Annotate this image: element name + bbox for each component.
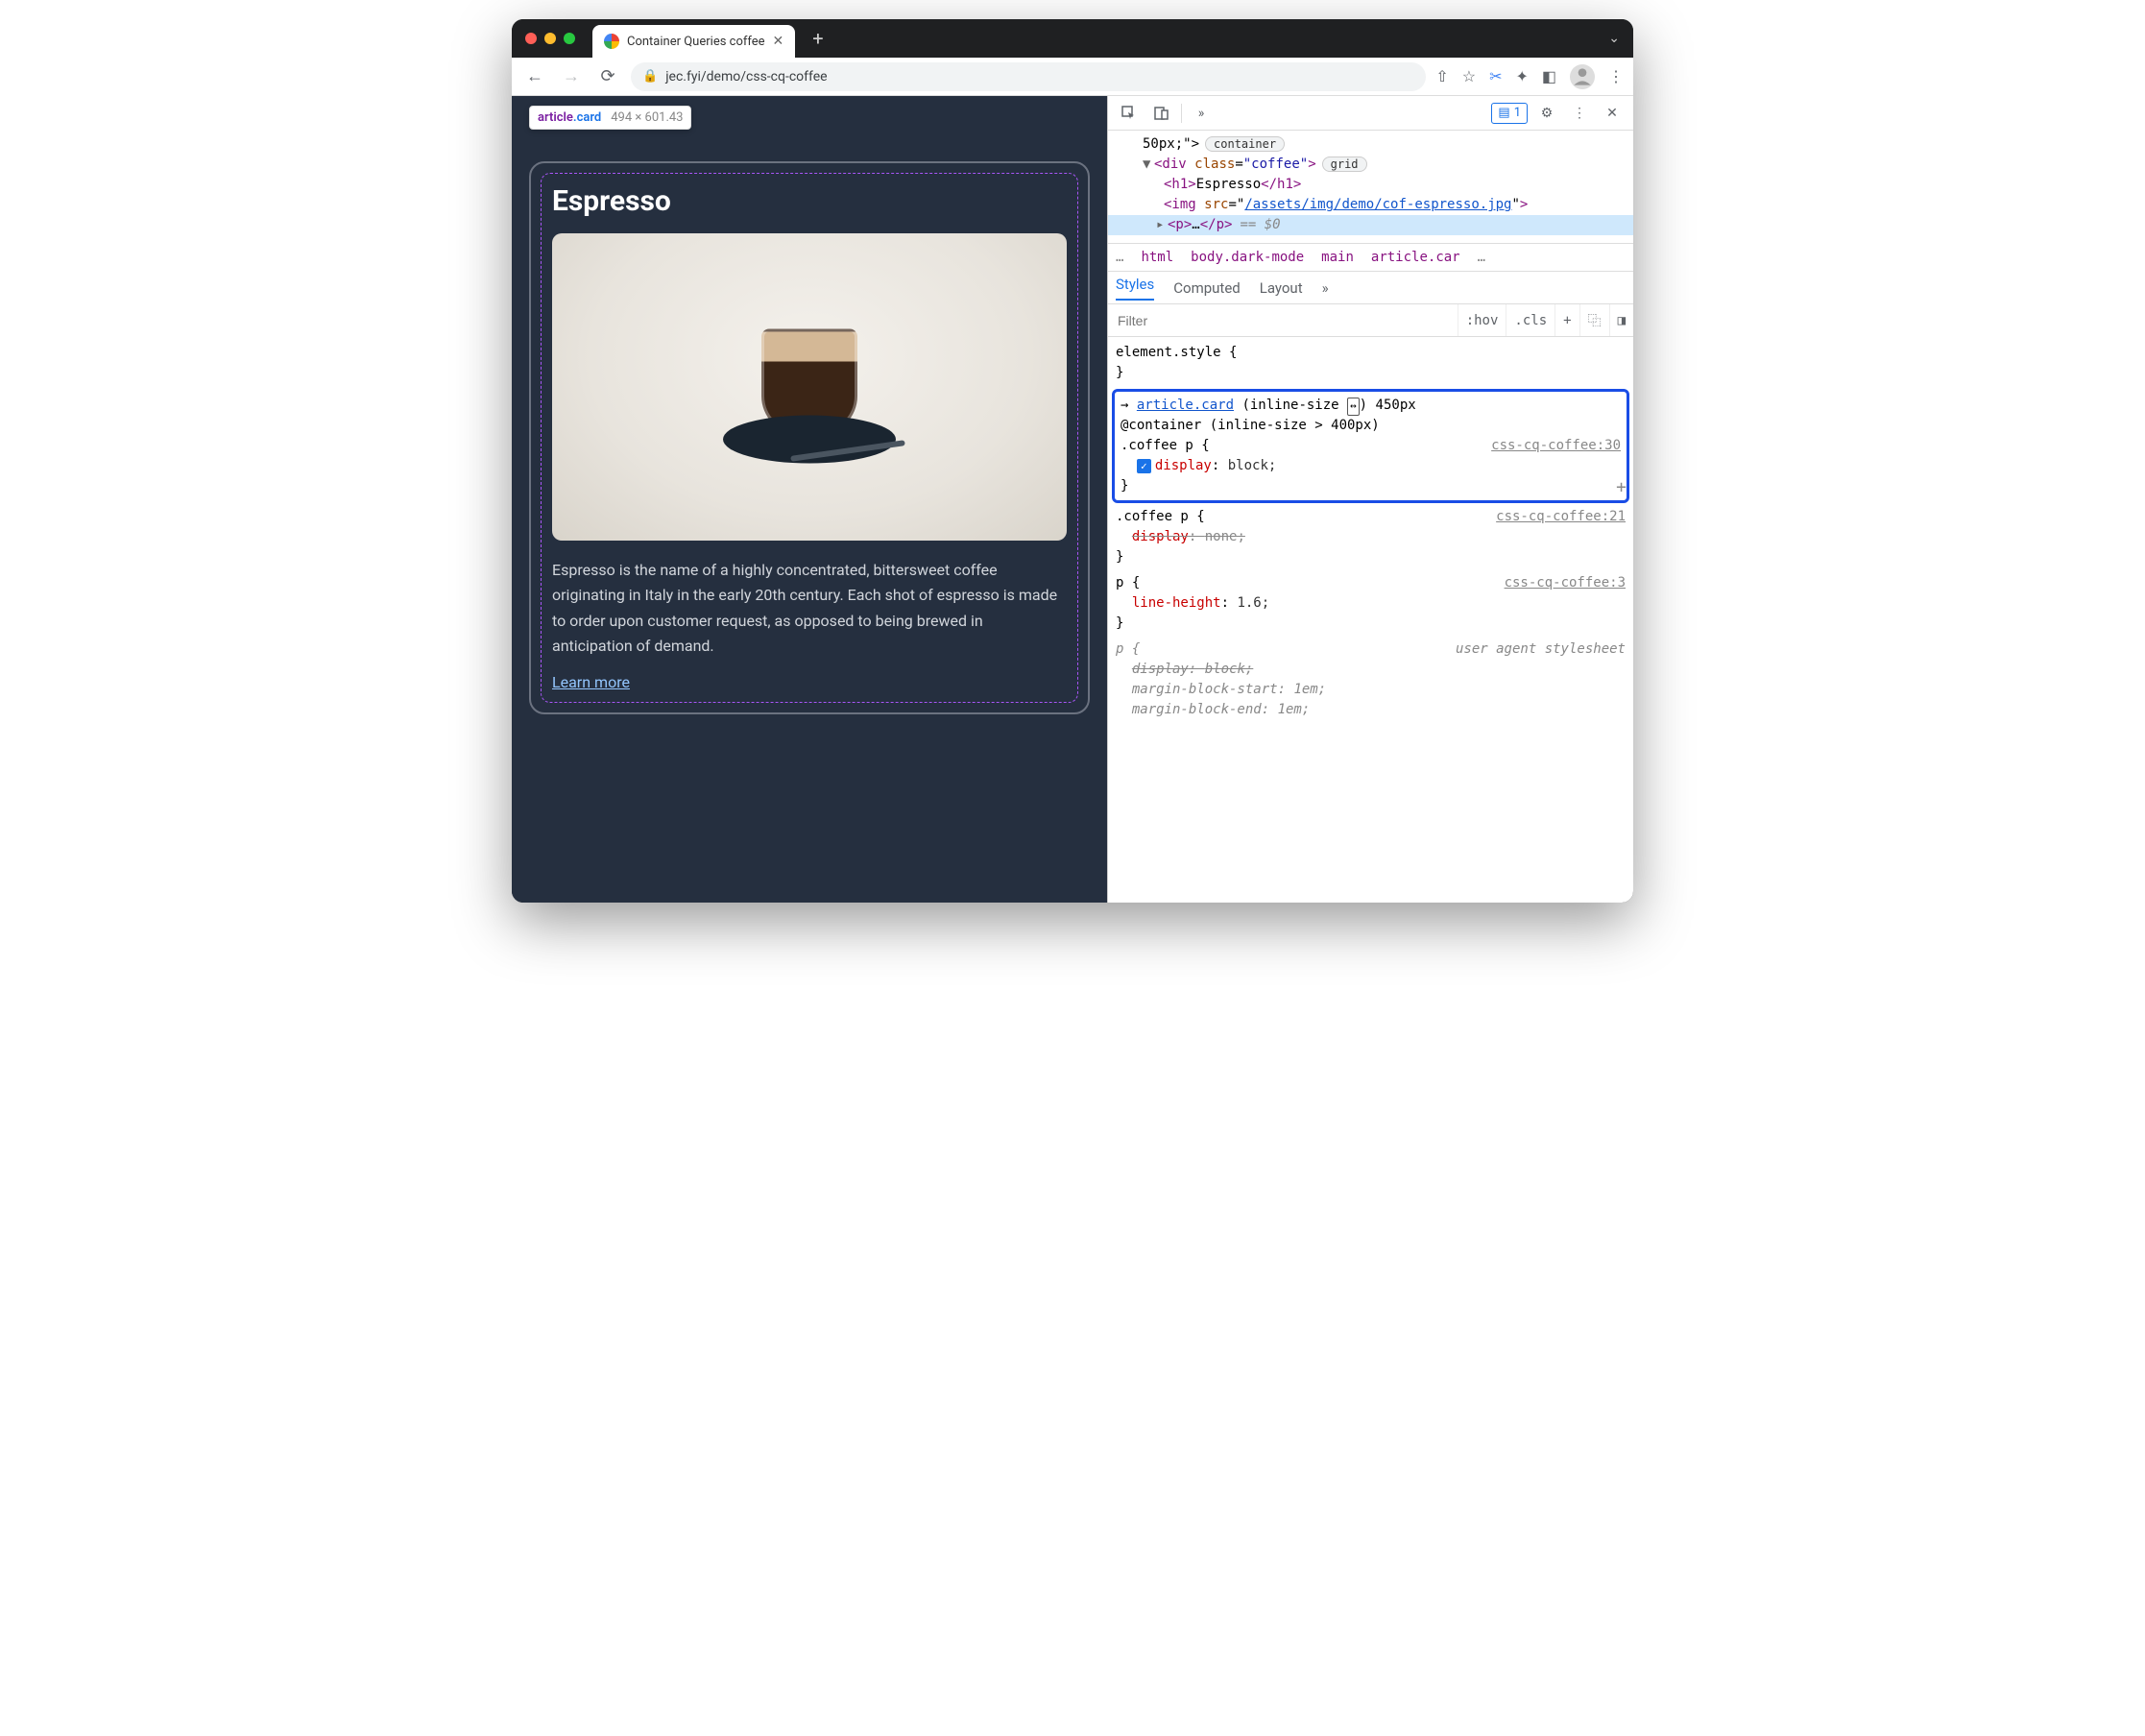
scissors-icon[interactable]: ✂ [1489,67,1502,85]
tab-styles[interactable]: Styles [1116,276,1154,301]
tab-title: Container Queries coffee [627,35,765,49]
dom-img-src[interactable]: /assets/img/demo/cof-espresso.jpg [1244,197,1511,212]
kebab-menu-icon[interactable]: ⋮ [1566,101,1593,126]
bookmark-icon[interactable]: ☆ [1462,67,1476,85]
inline-size-icon: ↔ [1347,398,1360,416]
url-bar[interactable]: 🔒 jec.fyi/demo/css-cq-coffee [631,62,1426,91]
rendered-page: article.card 494 × 601.43 Espresso Espre… [512,96,1107,903]
back-button[interactable]: ← [521,63,548,90]
coffee-image [552,233,1067,541]
container-badge[interactable]: container [1205,136,1285,152]
source-link[interactable]: css-cq-coffee:30 [1491,436,1621,456]
close-window-button[interactable] [525,33,537,44]
rule-ua-stylesheet: user agent stylesheetp { display: block;… [1116,639,1626,720]
address-bar: ← → ⟳ 🔒 jec.fyi/demo/css-cq-coffee ⇧ ☆ ✂… [512,58,1633,96]
tab-layout[interactable]: Layout [1260,279,1303,297]
inspect-tooltip: article.card 494 × 601.43 [529,106,691,130]
styles-filter-input[interactable] [1108,313,1458,328]
crumb-body[interactable]: body.dark-mode [1191,250,1304,265]
computed-sidebar-icon[interactable]: ⿻ [1579,304,1609,336]
lock-icon: 🔒 [642,69,658,84]
rendering-icon[interactable]: ◨ [1609,304,1633,336]
styles-tabs: Styles Computed Layout » [1108,272,1633,304]
tabs-overflow-button[interactable]: ⌄ [1608,31,1620,46]
source-link[interactable]: css-cq-coffee:3 [1505,573,1626,593]
crumb-html[interactable]: html [1141,250,1173,265]
dom-selected-node[interactable]: ▸<p>…</p>== $0 [1108,215,1633,235]
crumb-ellipsis[interactable]: … [1116,250,1123,265]
dom-breadcrumbs[interactable]: … html body.dark-mode main article.car … [1108,243,1633,272]
devtools-toolbar: » ▤ 1 ⚙ ⋮ ✕ [1108,96,1633,131]
element-style-block[interactable]: element.style { } [1116,343,1626,383]
tooltip-class: .card [573,110,601,125]
close-devtools-button[interactable]: ✕ [1599,101,1626,126]
close-tab-button[interactable]: ✕ [773,34,784,49]
inspect-element-button[interactable] [1116,101,1143,126]
favicon [604,34,619,49]
titlebar: Container Queries coffee ✕ + ⌄ [512,19,1633,58]
tab-computed[interactable]: Computed [1173,279,1241,297]
device-toolbar-button[interactable] [1148,101,1175,126]
source-link[interactable]: css-cq-coffee:21 [1496,507,1626,527]
share-icon[interactable]: ⇧ [1435,67,1448,85]
url-text: jec.fyi/demo/css-cq-coffee [665,69,827,84]
settings-icon[interactable]: ⚙ [1533,101,1560,126]
new-style-rule-button[interactable]: + [1555,304,1579,336]
dom-tree[interactable]: 50px;">container ▼<div class="coffee">gr… [1108,131,1633,243]
dom-text: 50px;"> [1143,136,1199,152]
crumb-main[interactable]: main [1321,250,1354,265]
card-heading: Espresso [552,184,1067,218]
extensions-icon[interactable]: ✦ [1515,67,1528,85]
tooltip-dimensions: 494 × 601.43 [611,110,683,125]
container-query-rule[interactable]: → article.card (inline-size ↔) 450px @co… [1112,389,1629,503]
profile-avatar[interactable] [1570,64,1595,89]
issues-badge[interactable]: ▤ 1 [1491,103,1528,124]
source-ua: user agent stylesheet [1456,639,1626,660]
at-container-text: @container (inline-size > 400px) [1121,416,1621,436]
window-controls [525,33,575,44]
styles-rules[interactable]: element.style { } → article.card (inline… [1108,337,1633,903]
browser-tab[interactable]: Container Queries coffee ✕ [592,25,795,58]
tab-more[interactable]: » [1322,279,1329,297]
crumb-article[interactable]: article.car [1371,250,1460,265]
more-tabs-button[interactable]: » [1188,101,1215,126]
menu-icon[interactable]: ⋮ [1608,67,1624,85]
forward-button[interactable]: → [558,63,585,90]
minimize-window-button[interactable] [544,33,556,44]
tooltip-tag: article [538,110,573,125]
rule-p-lineheight[interactable]: css-cq-coffee:3p { line-height: 1.6; } [1116,573,1626,634]
sidepanel-icon[interactable]: ◧ [1542,67,1556,85]
cls-toggle[interactable]: .cls [1506,304,1555,336]
property-checkbox[interactable]: ✓ [1137,459,1151,473]
grid-badge[interactable]: grid [1322,157,1367,172]
article-card[interactable]: Espresso Espresso is the name of a highl… [529,161,1090,714]
card-paragraph: Espresso is the name of a highly concent… [552,558,1067,660]
devtools-panel: » ▤ 1 ⚙ ⋮ ✕ 50px;">container ▼<div class… [1107,96,1633,903]
styles-filter-bar: :hov .cls + ⿻ ◨ [1108,304,1633,337]
dom-h1-text: Espresso [1196,177,1261,192]
new-tab-button[interactable]: + [812,27,823,50]
rule-coffee-p-2[interactable]: css-cq-coffee:21.coffee p { display: non… [1116,507,1626,567]
learn-more-link[interactable]: Learn more [552,673,630,691]
add-property-button[interactable]: + [1616,474,1627,500]
maximize-window-button[interactable] [564,33,575,44]
cq-selector-link[interactable]: article.card [1137,398,1234,413]
hov-toggle[interactable]: :hov [1458,304,1506,336]
reload-button[interactable]: ⟳ [594,63,621,90]
